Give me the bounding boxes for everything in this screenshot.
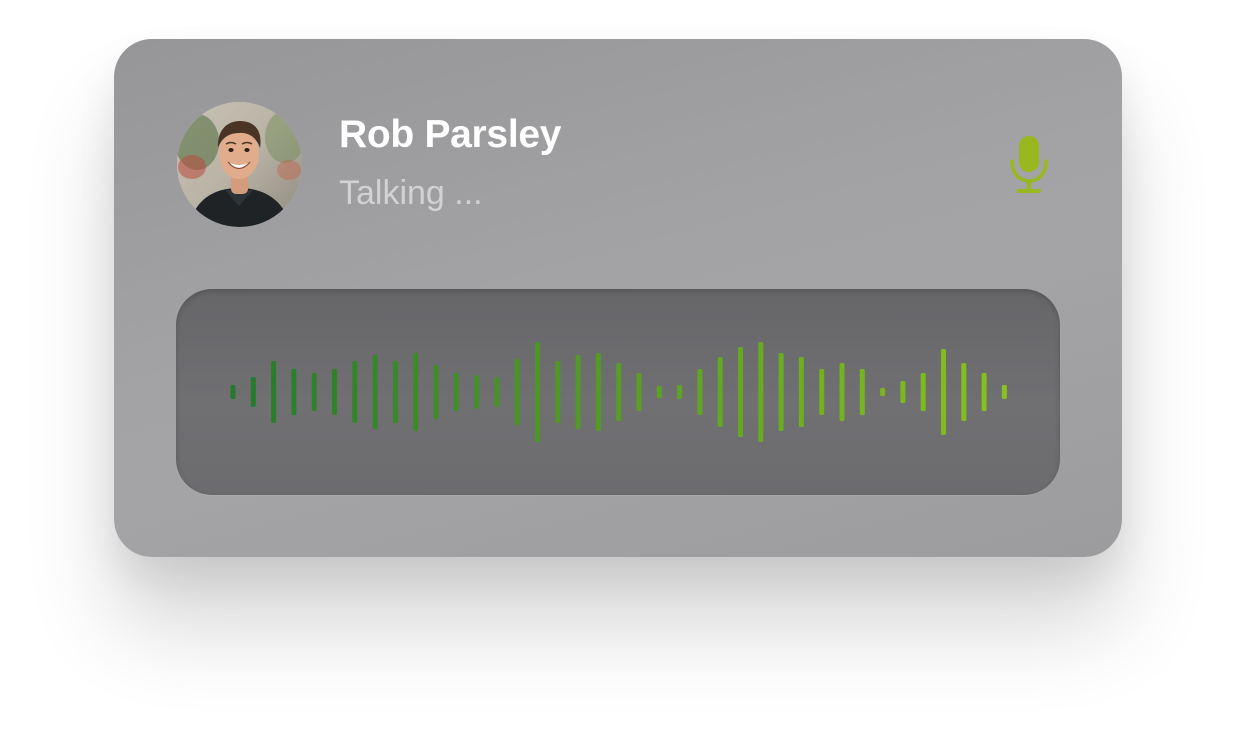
caller-name: Rob Parsley [339,113,562,156]
waveform-bar [717,357,723,427]
waveform-bar [352,361,358,423]
waveform-bar [230,385,236,399]
waveform-bar [453,373,459,411]
waveform-bar [758,342,764,442]
waveform-bar [535,342,540,442]
waveform-bar [311,373,317,411]
waveform-bar [494,377,500,407]
waveform-bar [738,347,743,437]
waveform-bar [656,386,662,398]
waveform-bar [616,363,622,421]
user-photo-icon [177,102,302,227]
waveform-bar [1001,385,1007,399]
waveform-bar [474,375,480,409]
audio-waveform [230,342,1007,442]
waveform-bar [271,361,277,423]
waveform-bar [372,355,378,429]
call-card: Rob Parsley Talking ... [114,39,1122,557]
call-status: Talking ... [339,174,483,212]
waveform-bar [291,369,297,415]
waveform-bar [819,369,825,415]
microphone-icon[interactable] [1007,134,1051,196]
waveform-bar [981,373,987,411]
avatar[interactable] [177,102,302,227]
waveform-bar [514,359,520,425]
waveform-bar [778,353,784,431]
waveform-bar [250,377,256,407]
waveform-bar [595,353,601,431]
waveform-bar [839,363,845,421]
waveform-bar [859,369,865,415]
waveform-bar [433,365,439,419]
waveform-bar [880,388,886,396]
waveform-bar [941,349,946,435]
waveform-bar [575,355,581,429]
waveform-bar [636,373,642,411]
waveform-bar [900,381,906,403]
waveform-bar [413,353,419,431]
waveform-bar [555,361,561,423]
waveform-bar [920,373,926,411]
waveform-bar [961,363,967,421]
waveform-bar [392,361,398,423]
waveform-bar [677,385,683,399]
waveform-panel [176,289,1060,495]
waveform-bar [697,369,703,415]
waveform-bar [332,369,337,415]
waveform-bar [798,357,804,427]
